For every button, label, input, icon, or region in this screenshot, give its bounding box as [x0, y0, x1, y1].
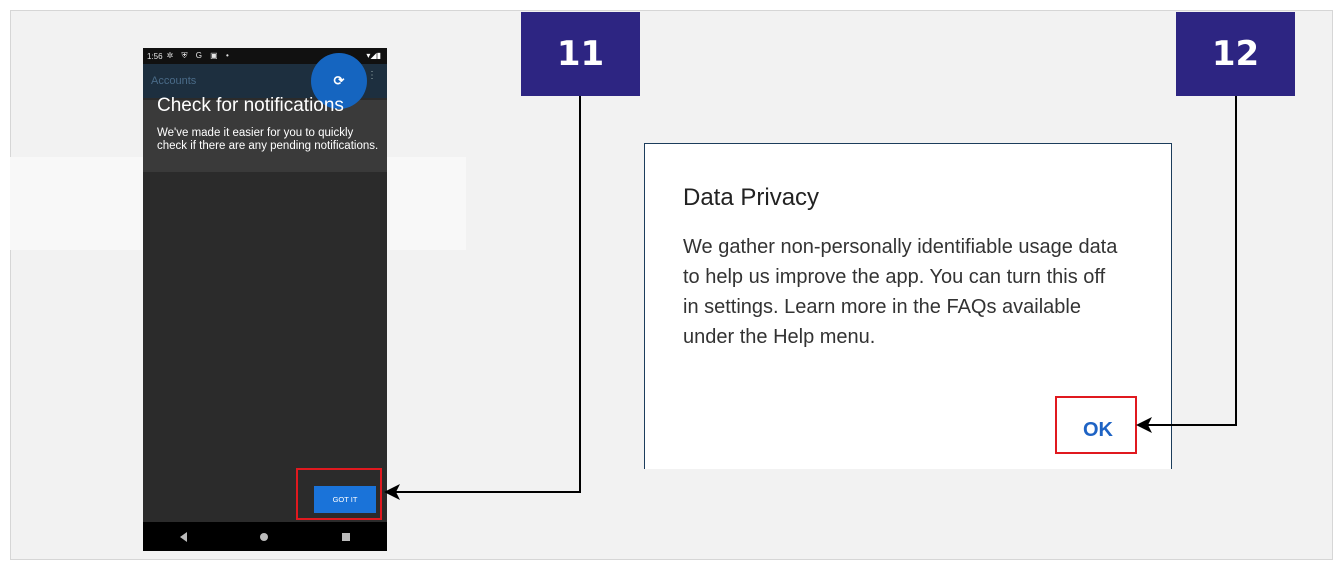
arrow-12-line — [1144, 96, 1237, 426]
arrow-11-line — [392, 96, 581, 493]
connector-arrows — [384, 96, 1237, 500]
